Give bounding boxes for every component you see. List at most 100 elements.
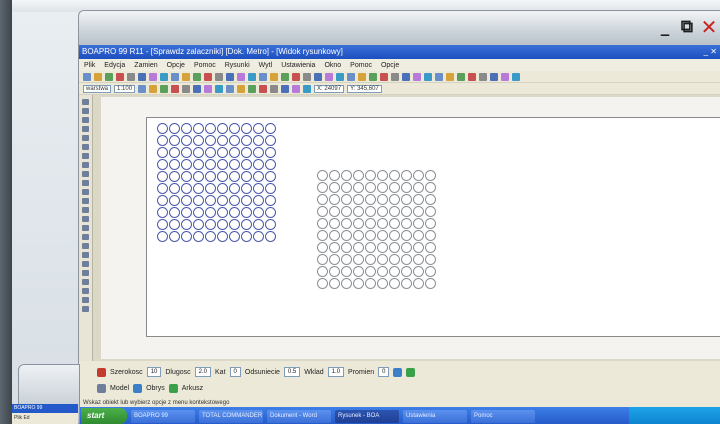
toolbar-tool-icon[interactable] bbox=[138, 84, 147, 93]
toolbar-tool-icon[interactable] bbox=[171, 72, 179, 81]
prop-field[interactable]: 0.5 bbox=[283, 367, 301, 377]
circle-element[interactable] bbox=[341, 278, 352, 289]
draw-tool-icon[interactable] bbox=[82, 297, 89, 303]
taskbar-item[interactable]: TOTAL COMMANDER bbox=[199, 409, 263, 423]
circle-element[interactable] bbox=[401, 266, 412, 277]
circle-element[interactable] bbox=[317, 170, 328, 181]
circle-element[interactable] bbox=[377, 242, 388, 253]
toolbar-tool-icon[interactable] bbox=[402, 72, 410, 81]
circle-element[interactable] bbox=[265, 159, 276, 170]
circle-element[interactable] bbox=[425, 218, 436, 229]
prop-field[interactable]: 0 bbox=[229, 367, 241, 377]
layer-combo[interactable]: warstwa bbox=[83, 84, 112, 93]
circle-element[interactable] bbox=[377, 278, 388, 289]
taskbar-item[interactable]: Pomoc bbox=[471, 409, 535, 423]
toolbar-tool-icon[interactable] bbox=[138, 72, 146, 81]
toolbar-tool-icon[interactable] bbox=[259, 72, 267, 81]
circle-element[interactable] bbox=[229, 195, 240, 206]
circle-element[interactable] bbox=[413, 170, 424, 181]
circle-element[interactable] bbox=[265, 219, 276, 230]
circle-element[interactable] bbox=[341, 230, 352, 241]
circle-element[interactable] bbox=[229, 147, 240, 158]
toolbar-tool-icon[interactable] bbox=[457, 72, 465, 81]
toolbar-tool-icon[interactable] bbox=[215, 72, 223, 81]
circle-element[interactable] bbox=[413, 182, 424, 193]
circle-element[interactable] bbox=[317, 218, 328, 229]
circle-element[interactable] bbox=[193, 171, 204, 182]
circle-element[interactable] bbox=[425, 194, 436, 205]
toolbar-tool-icon[interactable] bbox=[281, 84, 290, 93]
circle-element[interactable] bbox=[193, 231, 204, 242]
circle-element[interactable] bbox=[341, 254, 352, 265]
draw-tool-icon[interactable] bbox=[82, 171, 89, 177]
circle-element[interactable] bbox=[205, 123, 216, 134]
circle-element[interactable] bbox=[341, 218, 352, 229]
circle-element[interactable] bbox=[329, 278, 340, 289]
circle-element[interactable] bbox=[353, 218, 364, 229]
circle-element[interactable] bbox=[413, 206, 424, 217]
menu-item[interactable]: Ustawienia bbox=[281, 62, 315, 69]
circle-element[interactable] bbox=[241, 159, 252, 170]
circle-element[interactable] bbox=[169, 123, 180, 134]
tab-sheet[interactable]: Arkusz bbox=[182, 385, 203, 392]
circle-element[interactable] bbox=[157, 159, 168, 170]
outline-icon[interactable] bbox=[133, 383, 143, 393]
circle-element[interactable] bbox=[217, 159, 228, 170]
toolbar-tool-icon[interactable] bbox=[149, 84, 158, 93]
draw-tool-icon[interactable] bbox=[82, 252, 89, 258]
circle-element[interactable] bbox=[253, 183, 264, 194]
circle-element[interactable] bbox=[229, 135, 240, 146]
circle-element[interactable] bbox=[329, 182, 340, 193]
circle-element[interactable] bbox=[253, 159, 264, 170]
tab-outline[interactable]: Obrys bbox=[146, 385, 165, 392]
draw-tool-icon[interactable] bbox=[82, 153, 89, 159]
circle-element[interactable] bbox=[265, 123, 276, 134]
circle-element[interactable] bbox=[181, 123, 192, 134]
circle-element[interactable] bbox=[365, 206, 376, 217]
circle-element[interactable] bbox=[217, 171, 228, 182]
circle-element[interactable] bbox=[205, 183, 216, 194]
circle-array-selected[interactable] bbox=[157, 123, 276, 242]
circle-element[interactable] bbox=[265, 231, 276, 242]
circle-element[interactable] bbox=[389, 254, 400, 265]
draw-tool-icon[interactable] bbox=[82, 261, 89, 267]
circle-element[interactable] bbox=[241, 231, 252, 242]
circle-element[interactable] bbox=[401, 170, 412, 181]
draw-tool-icon[interactable] bbox=[82, 189, 89, 195]
circle-element[interactable] bbox=[365, 278, 376, 289]
toolbar-tool-icon[interactable] bbox=[490, 72, 498, 81]
circle-element[interactable] bbox=[193, 135, 204, 146]
circle-element[interactable] bbox=[205, 171, 216, 182]
draw-tool-icon[interactable] bbox=[82, 234, 89, 240]
toolbar-tool-icon[interactable] bbox=[336, 72, 344, 81]
circle-element[interactable] bbox=[365, 170, 376, 181]
circle-element[interactable] bbox=[353, 230, 364, 241]
circle-element[interactable] bbox=[317, 254, 328, 265]
circle-element[interactable] bbox=[169, 183, 180, 194]
circle-element[interactable] bbox=[425, 266, 436, 277]
circle-element[interactable] bbox=[241, 183, 252, 194]
toolbar-tool-icon[interactable] bbox=[160, 84, 169, 93]
circle-element[interactable] bbox=[377, 194, 388, 205]
circle-element[interactable] bbox=[425, 254, 436, 265]
toolbar-tool-icon[interactable] bbox=[424, 72, 432, 81]
app-titlebar[interactable]: BOAPRO 99 R11 - [Sprawdz zalaczniki] [Do… bbox=[79, 45, 720, 59]
circle-element[interactable] bbox=[365, 230, 376, 241]
toolbar-tool-icon[interactable] bbox=[160, 72, 168, 81]
toolbar-tool-icon[interactable] bbox=[270, 84, 279, 93]
draw-tool-icon[interactable] bbox=[82, 180, 89, 186]
circle-element[interactable] bbox=[265, 135, 276, 146]
toolbar-tool-icon[interactable] bbox=[226, 84, 235, 93]
circle-element[interactable] bbox=[413, 230, 424, 241]
circle-element[interactable] bbox=[413, 266, 424, 277]
toolbar-tool-icon[interactable] bbox=[446, 72, 454, 81]
circle-element[interactable] bbox=[425, 242, 436, 253]
circle-element[interactable] bbox=[413, 254, 424, 265]
circle-element[interactable] bbox=[413, 242, 424, 253]
circle-element[interactable] bbox=[317, 206, 328, 217]
circle-element[interactable] bbox=[205, 219, 216, 230]
circle-element[interactable] bbox=[389, 278, 400, 289]
toolbar-tool-icon[interactable] bbox=[215, 84, 224, 93]
circle-element[interactable] bbox=[229, 171, 240, 182]
circle-element[interactable] bbox=[241, 123, 252, 134]
